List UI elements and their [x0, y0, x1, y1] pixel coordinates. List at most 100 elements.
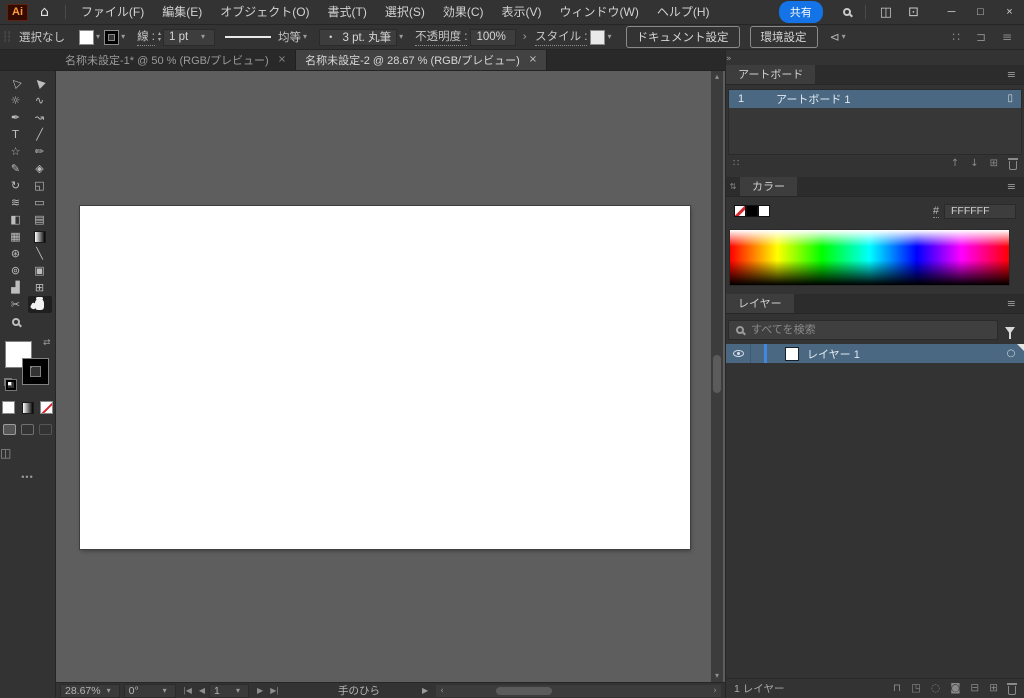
hex-value-field[interactable]: FFFFFF	[944, 204, 1016, 219]
share-button[interactable]: 共有	[779, 1, 823, 23]
mesh-tool[interactable]: ▦	[4, 228, 28, 245]
document-tab-2[interactable]: 名称未設定-2 @ 28.67 % (RGB/プレビュー) ×	[296, 50, 547, 70]
minimize-button[interactable]: ─	[937, 0, 966, 25]
star-shape-tool[interactable]: ☆	[4, 143, 28, 160]
width-tool[interactable]: ≋	[4, 194, 28, 211]
close-tab-icon[interactable]: ×	[278, 55, 286, 65]
measure-tool[interactable]: ▣	[28, 262, 52, 279]
chevron-down-icon[interactable]: ▾	[303, 33, 307, 41]
panel-menu-icon[interactable]: ≡	[999, 177, 1024, 196]
list-options-icon[interactable]: ≡	[1002, 31, 1012, 43]
delete-artboard-icon[interactable]	[1009, 158, 1017, 170]
stroke-width-field[interactable]: 1 pt ▾	[163, 29, 215, 46]
scroll-left-icon[interactable]: ‹	[436, 685, 448, 697]
zoom-level-field[interactable]: 28.67% ▾	[60, 684, 120, 698]
chevron-down-icon[interactable]: ▾	[96, 33, 100, 41]
stroke-proxy[interactable]	[23, 359, 48, 384]
menu-item-0[interactable]: ファイル(F)	[72, 0, 153, 25]
eyedropper-tool[interactable]: ╲	[28, 245, 52, 262]
none-button[interactable]	[39, 400, 54, 415]
opacity-label[interactable]: 不透明度 :	[415, 28, 467, 46]
menu-item-1[interactable]: 編集(E)	[153, 0, 211, 25]
menu-item-6[interactable]: 表示(V)	[493, 0, 551, 25]
tab-color[interactable]: カラー	[740, 177, 797, 196]
vertical-scroll-thumb[interactable]	[713, 355, 721, 393]
move-down-icon[interactable]: ↓	[970, 159, 978, 169]
new-sublayer-icon[interactable]: ⊟	[970, 683, 979, 694]
menu-item-5[interactable]: 効果(C)	[434, 0, 493, 25]
style-swatch[interactable]	[590, 30, 605, 45]
layer-thumbnail[interactable]	[785, 347, 799, 361]
draw-behind-button[interactable]	[21, 424, 34, 435]
menu-item-7[interactable]: ウィンドウ(W)	[551, 0, 648, 25]
hand-tool[interactable]	[28, 296, 52, 313]
search-icon[interactable]	[843, 8, 851, 16]
delete-layer-icon[interactable]	[1008, 683, 1016, 695]
curvature-tool[interactable]: ↝	[28, 109, 52, 126]
rotate-tool[interactable]: ↻	[4, 177, 28, 194]
scroll-right-icon[interactable]: ›	[709, 685, 721, 697]
home-icon[interactable]: ⌂	[40, 5, 49, 19]
chevron-down-icon[interactable]: ▾	[607, 33, 611, 41]
layers-search-input[interactable]	[751, 324, 990, 336]
chevron-down-icon[interactable]: ▾	[842, 33, 846, 41]
chevron-down-icon[interactable]: ▾	[163, 687, 167, 695]
layer-name[interactable]: レイヤー 1	[807, 346, 998, 362]
horizontal-scroll-thumb[interactable]	[496, 687, 552, 695]
free-transform-tool[interactable]: ▭	[28, 194, 52, 211]
stroke-width-stepper[interactable]: ▴ ▾	[158, 31, 161, 43]
artboard-page-icon[interactable]: ▯	[1007, 94, 1021, 104]
drag-grip-icon[interactable]: ┆┆	[2, 32, 10, 43]
visibility-cell[interactable]	[726, 350, 750, 357]
scale-tool[interactable]: ◱	[28, 177, 52, 194]
gradient-tool[interactable]	[28, 228, 52, 245]
maximize-button[interactable]: □	[966, 0, 995, 25]
previous-artboard-button[interactable]: ◀	[199, 686, 205, 695]
none-swatch[interactable]	[734, 205, 746, 217]
layers-search-box[interactable]	[728, 320, 998, 340]
magic-wand-tool[interactable]: ☼	[4, 92, 28, 109]
black-swatch[interactable]	[746, 205, 758, 217]
make-mask-icon[interactable]: ◙	[950, 683, 960, 694]
layer-row[interactable]: レイヤー 1 ○	[726, 344, 1024, 363]
panel-menu-icon[interactable]: ≡	[999, 65, 1024, 84]
close-button[interactable]: ×	[995, 0, 1024, 25]
pen-tool[interactable]: ✒	[4, 109, 28, 126]
locate-object-icon[interactable]: ◌	[931, 683, 940, 694]
artboard-number-field[interactable]: 1 ▾	[209, 684, 249, 698]
default-fill-stroke-icon[interactable]	[5, 379, 16, 390]
horizontal-scrollbar[interactable]: ‹ ›	[436, 685, 721, 697]
workspace-switcher-icon[interactable]: ⊡	[908, 6, 919, 19]
menu-item-2[interactable]: オブジェクト(O)	[211, 0, 318, 25]
line-segment-tool[interactable]: ╱	[28, 126, 52, 143]
panel-collapse-icon[interactable]: ⇅	[726, 177, 740, 196]
panel-dock-icon[interactable]: ⊐	[976, 31, 986, 43]
stroke-profile-dropdown[interactable]: 均等	[225, 29, 301, 45]
stroke-label[interactable]: 線 :	[137, 28, 155, 46]
filter-cell[interactable]	[998, 327, 1022, 334]
tab-artboards[interactable]: アートボード	[726, 65, 815, 84]
symbol-sprayer-tool[interactable]: ⊚	[4, 262, 28, 279]
direct-selection-tool[interactable]: ▶	[28, 75, 52, 92]
preferences-button[interactable]: 環境設定	[750, 26, 818, 48]
gradient-button[interactable]	[20, 400, 35, 415]
opacity-field[interactable]: 100%	[470, 29, 516, 46]
release-clipping-icon[interactable]: ◳	[911, 683, 921, 694]
brush-definition-dropdown[interactable]: ・ 3 pt. 丸筆	[319, 29, 397, 46]
perspective-grid-tool[interactable]: ▤	[28, 211, 52, 228]
collect-for-export-icon[interactable]: ⊓	[893, 683, 901, 694]
vertical-scrollbar[interactable]: ▴ ▾	[711, 71, 723, 682]
tab-layers[interactable]: レイヤー	[726, 294, 794, 313]
dock-options-icon[interactable]: ∷	[952, 31, 960, 43]
chevron-down-icon[interactable]: ▾	[236, 687, 240, 695]
move-up-icon[interactable]: ↑	[951, 159, 959, 169]
chevron-down-icon[interactable]: ▾	[107, 687, 111, 695]
rearrange-artboards-icon[interactable]: ∷	[733, 159, 739, 169]
draw-inside-button[interactable]	[39, 424, 52, 435]
slice-tool[interactable]: ✂	[4, 296, 28, 313]
canvas[interactable]: ▴ ▾	[56, 71, 725, 682]
new-layer-icon[interactable]: ⊞	[989, 683, 998, 694]
chevron-down-icon[interactable]: ▾	[121, 33, 125, 41]
lock-cell[interactable]	[750, 344, 764, 363]
chevron-down-icon[interactable]: ▾	[201, 33, 205, 41]
